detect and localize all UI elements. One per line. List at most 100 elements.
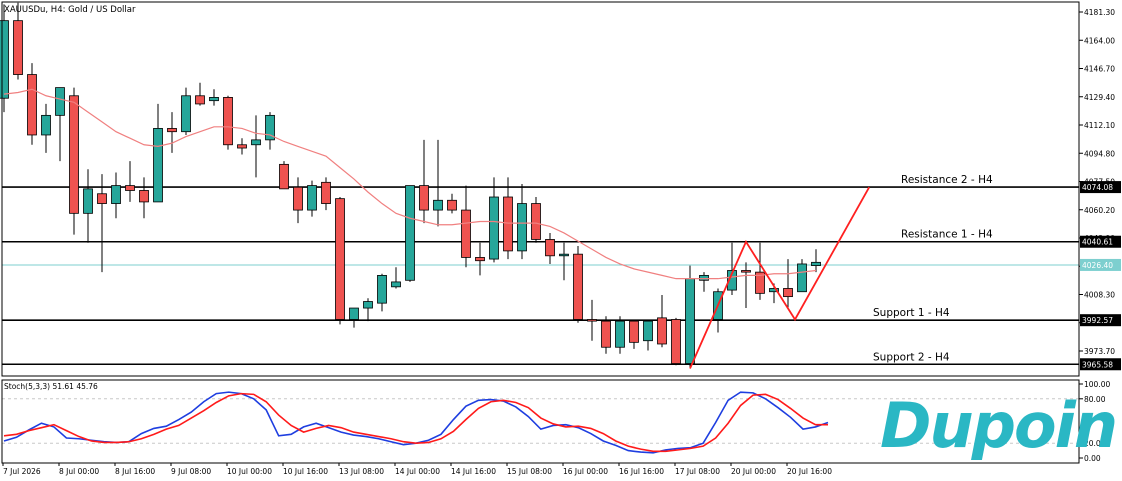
bull-candle-body — [377, 274, 387, 304]
candle — [797, 259, 807, 293]
candle — [475, 242, 485, 276]
bear-candle-body — [587, 319, 597, 322]
bear-candle-body — [657, 317, 667, 345]
price-panel[interactable]: Resistance 2 - H4 Resistance 1 - H4 Suppor… — [0, 2, 1079, 369]
bull-candle-body — [111, 185, 121, 204]
level-label: Resistance 2 - H4 — [901, 174, 993, 186]
candle — [601, 316, 611, 354]
x-tick-label: 16 Jul 16:00 — [619, 467, 664, 476]
bear-candle-body — [97, 193, 107, 204]
x-tick-label: 14 Jul 16:00 — [451, 467, 496, 476]
bull-candle-body — [349, 307, 359, 320]
bear-candle-body — [475, 257, 485, 262]
candle — [643, 319, 653, 351]
bull-candle-body — [251, 139, 261, 146]
candle — [97, 174, 107, 273]
candle — [433, 139, 443, 227]
bear-candle-body — [573, 253, 583, 320]
bull-candle-body — [559, 253, 569, 257]
bear-candle-body — [447, 199, 457, 211]
bear-candle-body — [503, 196, 513, 252]
x-tick-label: 8 Jul 00:00 — [59, 467, 99, 476]
chart-window: Resistance 2 - H4 Resistance 1 - H4 Suppor… — [0, 0, 1122, 477]
y-tick-label: 4181.30 — [1084, 8, 1115, 17]
x-tick-label: 10 Jul 00:00 — [227, 467, 272, 476]
y-tick-label: 4008.30 — [1084, 291, 1115, 300]
candle — [139, 177, 149, 219]
bull-candle-body — [181, 95, 191, 133]
level-label: Support 2 - H4 — [873, 351, 950, 363]
bull-candle-body — [797, 263, 807, 293]
x-tick-label: 8 Jul 16:00 — [115, 467, 155, 476]
y-tick-label: 4146.70 — [1084, 65, 1115, 74]
level-label: Resistance 1 - H4 — [901, 229, 993, 241]
bull-candle-body — [83, 188, 93, 214]
candle — [811, 249, 821, 273]
bear-candle-body — [69, 95, 79, 214]
candle — [41, 103, 51, 153]
price-tag: 3965.58 — [1080, 358, 1121, 371]
candle — [363, 298, 373, 322]
price-tag-label: 4026.40 — [1082, 261, 1113, 270]
candle — [0, 4, 9, 113]
candle — [209, 89, 219, 106]
candle — [755, 242, 765, 300]
candle — [699, 272, 709, 292]
candle — [657, 294, 667, 348]
candle — [629, 319, 639, 349]
candle — [559, 242, 569, 281]
x-tick-label: 7 Jul 2026 — [3, 467, 41, 476]
candle — [377, 273, 387, 312]
bear-candle-body — [545, 239, 555, 257]
candle — [685, 265, 695, 367]
bear-candle-body — [601, 320, 611, 348]
candle — [531, 197, 541, 243]
bear-candle-body — [531, 203, 541, 240]
x-tick-label: 17 Jul 08:00 — [675, 467, 720, 476]
bull-candle-body — [811, 261, 821, 266]
y-tick-label: 4060.20 — [1084, 206, 1115, 215]
bull-candle-body — [41, 114, 51, 136]
candle — [503, 177, 513, 260]
bull-candle-body — [209, 97, 219, 102]
x-tick-label: 20 Jul 00:00 — [731, 467, 776, 476]
x-tick-label: 9 Jul 08:00 — [171, 467, 211, 476]
candle — [573, 246, 583, 323]
bear-candle-body — [741, 270, 751, 273]
bear-candle-body — [27, 74, 37, 136]
bear-candle-body — [139, 190, 149, 203]
price-tag-label: 4040.61 — [1082, 238, 1113, 247]
candle — [279, 161, 289, 190]
price-tag: 4040.61 — [1080, 235, 1121, 248]
candle — [153, 103, 163, 203]
bull-candle-body — [153, 128, 163, 203]
candle — [237, 138, 247, 155]
x-tick-label: 10 Jul 16:00 — [283, 467, 328, 476]
candle — [251, 115, 261, 178]
bear-candle-body — [629, 320, 639, 343]
candle — [265, 112, 275, 150]
x-tick-label: 14 Jul 00:00 — [395, 467, 440, 476]
candle — [125, 161, 135, 202]
stoch-d-line — [3, 392, 828, 453]
logo-text: Dupoin — [880, 389, 1116, 462]
price-tag: 4026.40 — [1080, 258, 1121, 271]
bear-candle-body — [321, 181, 331, 204]
bear-candle-body — [237, 144, 247, 149]
stoch-tick-label: 100.00 — [1084, 380, 1110, 389]
bear-candle-body — [419, 185, 429, 211]
bull-candle-body — [643, 320, 653, 342]
bear-candle-body — [167, 128, 177, 133]
dupoin-logo: Dupoin — [880, 389, 1118, 462]
candle — [587, 299, 597, 341]
candle — [489, 177, 499, 263]
candle — [111, 172, 121, 219]
bear-candle-body — [195, 95, 205, 105]
price-tag-label: 3965.58 — [1082, 360, 1113, 369]
candle — [405, 185, 415, 282]
bull-candle-body — [307, 185, 317, 211]
candle — [517, 183, 527, 260]
y-tick-label: 4112.10 — [1084, 121, 1115, 130]
x-tick-label: 13 Jul 08:00 — [339, 467, 384, 476]
price-tag: 3992.57 — [1080, 314, 1121, 327]
